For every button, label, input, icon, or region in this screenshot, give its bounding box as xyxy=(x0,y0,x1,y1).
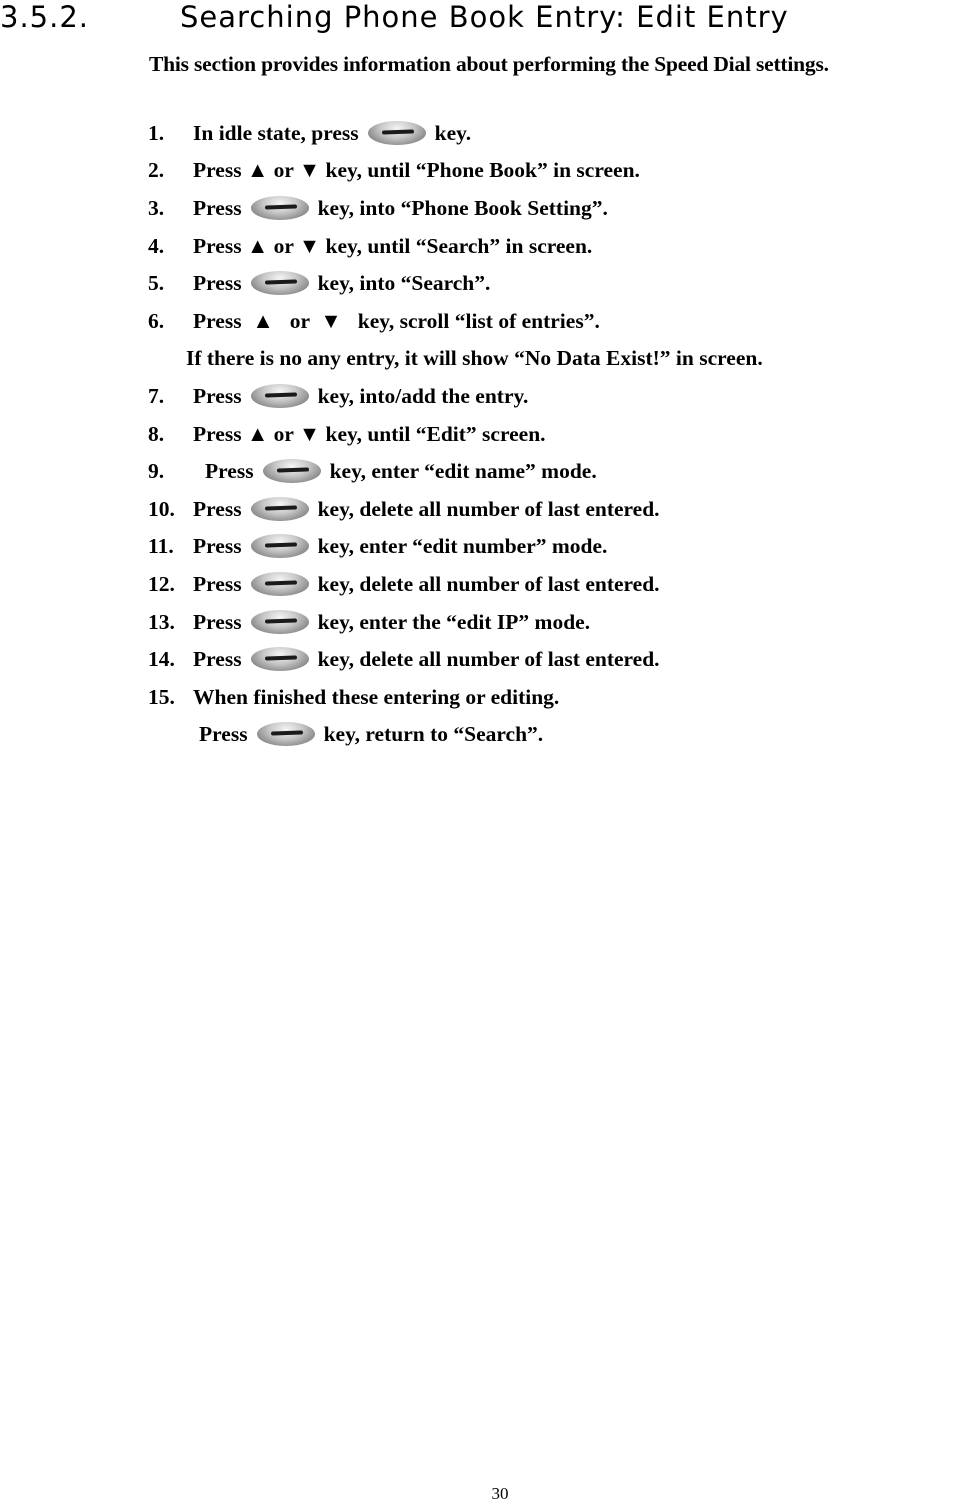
step-text: Press ▲ or ▼ key, until “Phone Book” in … xyxy=(193,158,640,183)
step-text: key, delete all number of last entered. xyxy=(317,496,660,521)
step-text: Press xyxy=(193,271,242,296)
step-text: key, into “Phone Book Setting”. xyxy=(317,195,608,220)
step-1: 1. In idle state, press key. xyxy=(148,114,763,152)
step-text: key, delete all number of last entered. xyxy=(317,647,660,672)
step-15: 15. When finished these entering or editi… xyxy=(148,678,763,716)
section-number: 3.5.2. xyxy=(0,0,90,34)
step-text: In idle state, press xyxy=(193,120,359,145)
menu-ok-key-icon xyxy=(250,609,309,634)
step-number: 5. xyxy=(148,271,165,296)
step-number: 8. xyxy=(148,421,165,446)
step-number: 9. xyxy=(148,459,165,484)
step-5: 5. Press key, into “Search”. xyxy=(148,264,763,302)
step-text: key, into “Search”. xyxy=(317,271,491,296)
section-title: Searching Phone Book Entry: Edit Entry xyxy=(180,0,789,34)
step-11: 11. Press key, enter “edit number” mode. xyxy=(148,528,763,566)
step-text: Press xyxy=(205,459,254,484)
menu-ok-key-icon xyxy=(250,496,309,521)
step-text: Press xyxy=(193,195,242,220)
step-3: 3. Press key, into “Phone Book Setting”. xyxy=(148,189,763,227)
step-text: key, return to “Search”. xyxy=(323,722,544,747)
step-text: Press xyxy=(193,571,242,596)
step-number: 13. xyxy=(148,609,175,634)
section-heading: 3.5.2. Searching Phone Book Entry: Edit E… xyxy=(0,0,789,34)
step-text: Press xyxy=(193,609,242,634)
step-text: key, into/add the entry. xyxy=(317,383,529,408)
step-note: If there is no any entry, it will show “… xyxy=(186,346,763,371)
step-text: key, enter “edit number” mode. xyxy=(317,534,608,559)
step-text: Press xyxy=(193,496,242,521)
step-text: Press ▲ or ▼ key, scroll “list of entrie… xyxy=(193,308,600,333)
step-text: Press xyxy=(193,647,242,672)
step-number: 10. xyxy=(148,496,175,521)
step-4: 4. Press ▲ or ▼ key, until “Search” in sc… xyxy=(148,227,763,265)
step-10: 10. Press key, delete all number of last e… xyxy=(148,490,763,528)
step-15-continued: Press key, return to “Search”. xyxy=(148,716,763,754)
step-number: 12. xyxy=(148,571,175,596)
step-2: 2. Press ▲ or ▼ key, until “Phone Book” i… xyxy=(148,152,763,190)
step-14: 14. Press key, delete all number of last e… xyxy=(148,640,763,678)
step-13: 13. Press key, enter the “edit IP” mode. xyxy=(148,603,763,641)
step-7: 7. Press key, into/add the entry. xyxy=(148,377,763,415)
step-number: 1. xyxy=(148,120,165,145)
menu-ok-key-icon xyxy=(262,459,321,484)
menu-ok-key-icon xyxy=(250,383,309,408)
step-number: 11. xyxy=(148,534,174,559)
step-text: Press ▲ or ▼ key, until “Search” in scre… xyxy=(193,233,593,258)
menu-ok-key-icon xyxy=(250,271,309,296)
step-text: Press xyxy=(193,383,242,408)
step-9: 9. Press key, enter “edit name” mode. xyxy=(148,452,763,490)
step-number: 2. xyxy=(148,158,165,183)
step-number: 7. xyxy=(148,383,165,408)
step-12: 12. Press key, delete all number of last e… xyxy=(148,565,763,603)
menu-ok-key-icon xyxy=(250,571,309,596)
step-number: 6. xyxy=(148,308,165,333)
step-number: 3. xyxy=(148,195,165,220)
menu-ok-key-icon xyxy=(256,722,315,747)
menu-ok-key-icon xyxy=(250,195,309,220)
step-text: When finished these entering or editing. xyxy=(193,684,560,709)
menu-ok-key-icon xyxy=(367,120,426,145)
step-number: 14. xyxy=(148,647,175,672)
menu-ok-key-icon xyxy=(250,647,309,672)
step-text: key, enter the “edit IP” mode. xyxy=(317,609,591,634)
step-text: key, delete all number of last entered. xyxy=(317,571,660,596)
step-text: key, enter “edit name” mode. xyxy=(329,459,597,484)
page-number: 30 xyxy=(491,1484,509,1503)
step-text: key. xyxy=(434,120,472,145)
step-6: 6. Press ▲ or ▼ key, scroll “list of entr… xyxy=(148,302,763,340)
step-text: Press ▲ or ▼ key, until “Edit” screen. xyxy=(193,421,546,446)
intro-paragraph: This section provides information about … xyxy=(149,52,829,76)
step-text: Press xyxy=(199,722,248,747)
menu-ok-key-icon xyxy=(250,534,309,559)
steps-list: 1. In idle state, press key. 2. Press ▲ or … xyxy=(148,114,763,753)
step-8: 8. Press ▲ or ▼ key, until “Edit” screen. xyxy=(148,415,763,453)
step-number: 4. xyxy=(148,233,165,258)
step-number: 15. xyxy=(148,684,175,709)
step-text: Press xyxy=(193,534,242,559)
step-6-note: If there is no any entry, it will show “… xyxy=(148,340,763,378)
